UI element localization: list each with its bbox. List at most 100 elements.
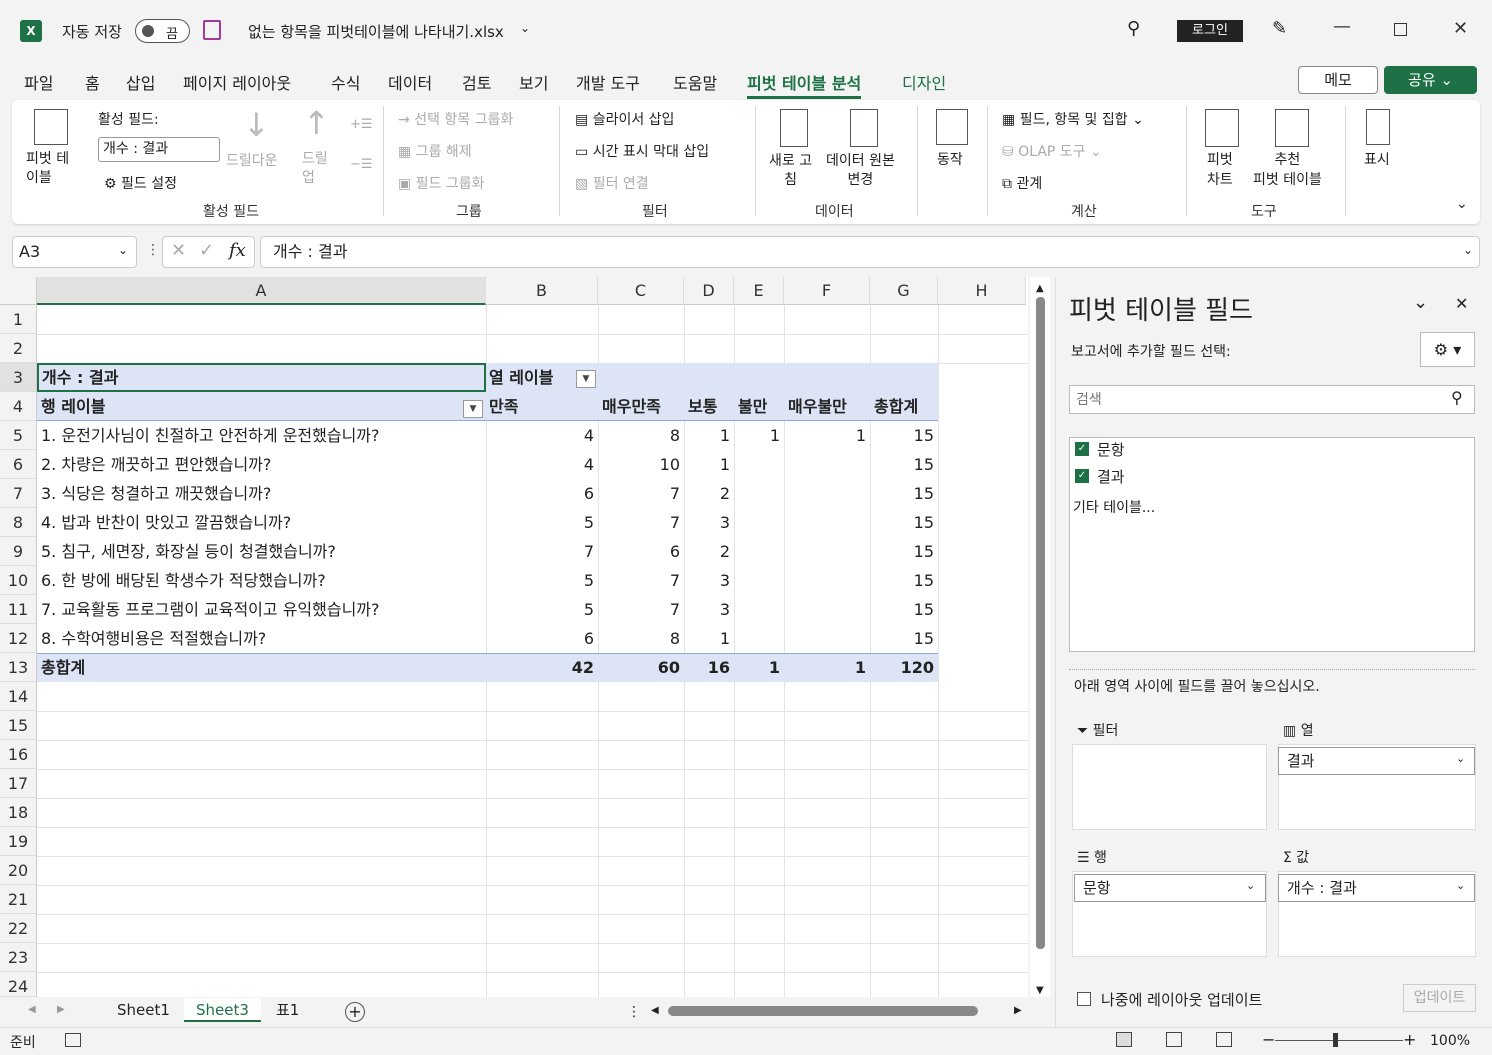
insert-slicer-button[interactable]: ▤ 슬라이서 삽입	[575, 109, 674, 129]
filter-connections-button[interactable]: ▧ 필터 연결	[575, 173, 649, 193]
pivot-chart-button[interactable]: 피벗 차트	[1207, 150, 1233, 190]
value-cell[interactable]: 5	[486, 508, 598, 537]
chevron-down-icon[interactable]: ⌄	[1456, 879, 1465, 892]
pivot-table-button[interactable]: 피벗 테 이블	[26, 150, 69, 188]
add-sheet-icon[interactable]: +	[345, 1002, 365, 1022]
more-tables-link[interactable]: 기타 테이블...	[1073, 497, 1155, 517]
value-cell[interactable]: 3	[684, 595, 734, 624]
menu-home[interactable]: 홈	[85, 70, 100, 94]
row-label-cell[interactable]: 3. 식당은 청결하고 깨끗했습니까?	[41, 479, 481, 508]
memo-button[interactable]: 메모	[1298, 66, 1378, 94]
zoom-level[interactable]: 100%	[1430, 1033, 1470, 1049]
row-header[interactable]: 13	[0, 653, 37, 682]
value-cell[interactable]	[734, 479, 784, 508]
value-cell[interactable]: 7	[598, 508, 684, 537]
value-cell[interactable]: 6	[486, 479, 598, 508]
panel-collapse-icon[interactable]: ⌄	[1413, 292, 1428, 313]
value-cell[interactable]	[784, 537, 870, 566]
minimize-icon[interactable]: —	[1333, 16, 1351, 37]
value-cell[interactable]: 8	[598, 421, 684, 450]
value-cell[interactable]: 6	[598, 537, 684, 566]
value-cell[interactable]: 5	[486, 595, 598, 624]
value-cell[interactable]: 1	[734, 421, 784, 450]
value-cell[interactable]: 1	[784, 421, 870, 450]
row-header[interactable]: 22	[0, 914, 37, 943]
field-name[interactable]: 결과	[1097, 466, 1125, 487]
value-cell[interactable]	[734, 566, 784, 595]
menu-page-layout[interactable]: 페이지 레이아웃	[183, 70, 291, 94]
grand-total-value[interactable]: 1	[784, 653, 870, 682]
value-cell[interactable]: 15	[870, 479, 938, 508]
zoom-in-icon[interactable]: +	[1403, 1030, 1416, 1049]
relationships-button[interactable]: ⧉ 관계	[1002, 173, 1042, 193]
grand-total-value[interactable]: 60	[598, 653, 684, 682]
row-labels-filter-icon[interactable]: ▼	[463, 400, 483, 418]
drill-down-button[interactable]: 드릴다운	[226, 150, 278, 170]
menu-formulas[interactable]: 수식	[331, 70, 360, 94]
col-header-h[interactable]: H	[938, 277, 1026, 305]
field-name[interactable]: 문항	[1097, 439, 1125, 460]
field-settings-button[interactable]: ⚙ 필드 설정	[104, 173, 177, 193]
scroll-up-icon[interactable]: ▲	[1036, 283, 1044, 294]
olap-tools-button[interactable]: ⛁ OLAP 도구 ⌄	[1002, 141, 1102, 161]
horizontal-scroll-thumb[interactable]	[668, 1006, 978, 1016]
value-cell[interactable]: 4	[486, 421, 598, 450]
row-header[interactable]: 3	[0, 363, 37, 392]
sheet-tab[interactable]: Sheet1	[105, 998, 182, 1022]
row-label-cell[interactable]: 5. 침구, 세면장, 화장실 등이 청결했습니까?	[41, 537, 481, 566]
row-header[interactable]: 15	[0, 711, 37, 740]
value-cell[interactable]: 7	[486, 537, 598, 566]
row-header[interactable]: 11	[0, 595, 37, 624]
row-label-cell[interactable]: 4. 밥과 반찬이 맛있고 깔끔했습니까?	[41, 508, 481, 537]
drill-up-button[interactable]: 드릴 업	[302, 150, 328, 188]
row-labels-cell[interactable]: 행 레이블	[41, 392, 105, 421]
grand-total-value[interactable]: 42	[486, 653, 598, 682]
col-header-g[interactable]: G	[870, 277, 938, 305]
page-break-view-icon[interactable]	[1216, 1032, 1232, 1047]
value-cell[interactable]	[734, 537, 784, 566]
value-cell[interactable]: 15	[870, 421, 938, 450]
normal-view-icon[interactable]	[1116, 1032, 1132, 1047]
pivot-col-header[interactable]: 불만	[738, 392, 767, 421]
value-cell[interactable]: 1	[684, 624, 734, 653]
col-header-f[interactable]: F	[784, 277, 870, 305]
more-icon[interactable]: ⋮	[146, 242, 160, 258]
menu-file[interactable]: 파일	[24, 70, 53, 94]
row-header[interactable]: 4	[0, 392, 37, 421]
value-cell[interactable]: 1	[684, 450, 734, 479]
row-header[interactable]: 17	[0, 769, 37, 798]
menu-developer[interactable]: 개발 도구	[576, 70, 640, 94]
value-cell[interactable]: 4	[486, 450, 598, 479]
formula-input[interactable]: 개수 : 결과	[260, 236, 1480, 268]
value-cell[interactable]: 15	[870, 595, 938, 624]
value-cell[interactable]: 7	[598, 479, 684, 508]
share-button[interactable]: 공유 ⌄	[1384, 66, 1477, 94]
value-cell[interactable]: 15	[870, 537, 938, 566]
field-checkbox-gyeolgwa[interactable]: ✓	[1075, 469, 1089, 483]
row-label-cell[interactable]: 8. 수학여행비용은 적절했습니까?	[41, 624, 481, 653]
value-cell[interactable]	[784, 595, 870, 624]
autosave-toggle[interactable]: 끔	[135, 19, 190, 43]
prev-sheet-icon[interactable]: ◀	[28, 1004, 36, 1015]
vertical-scroll-thumb[interactable]	[1036, 297, 1045, 949]
row-header[interactable]: 6	[0, 450, 37, 479]
grand-total-value[interactable]: 1	[734, 653, 784, 682]
close-icon[interactable]: ✕	[1453, 18, 1468, 39]
ungroup-button[interactable]: ▦ 그룹 해제	[398, 141, 472, 161]
value-cell[interactable]: 7	[598, 566, 684, 595]
row-label-cell[interactable]: 6. 한 방에 배당된 학생수가 적당했습니까?	[41, 566, 481, 595]
chevron-down-icon[interactable]: ⌄	[1456, 752, 1465, 765]
col-header-e[interactable]: E	[734, 277, 784, 305]
row-header[interactable]: 16	[0, 740, 37, 769]
grand-total-label[interactable]: 총합계	[41, 653, 85, 682]
menu-pivot-analyze[interactable]: 피벗 테이블 분석	[747, 70, 862, 99]
insert-timeline-button[interactable]: ▭ 시간 표시 막대 삽입	[575, 141, 709, 161]
row-header[interactable]: 23	[0, 943, 37, 972]
next-sheet-icon[interactable]: ▶	[57, 1004, 65, 1015]
row-header[interactable]: 1	[0, 305, 37, 334]
collapse-field-icon[interactable]: −☰	[350, 157, 373, 172]
menu-data[interactable]: 데이터	[388, 70, 432, 94]
value-cell[interactable]	[784, 624, 870, 653]
change-source-button[interactable]: 데이터 원본 변경	[826, 152, 895, 190]
value-cell[interactable]	[784, 450, 870, 479]
